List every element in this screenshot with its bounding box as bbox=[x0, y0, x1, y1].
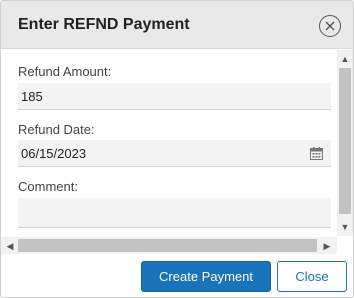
horizontal-scroll-thumb[interactable] bbox=[18, 239, 317, 252]
refund-payment-dialog: Enter REFND Payment Refund Amount: 185 R… bbox=[0, 0, 354, 298]
scroll-left-icon[interactable]: ◀ bbox=[2, 240, 18, 252]
dialog-title: Enter REFND Payment bbox=[18, 16, 190, 33]
refund-amount-label: Refund Amount: bbox=[18, 64, 112, 79]
scroll-up-icon[interactable]: ▲ bbox=[337, 53, 353, 65]
scroll-down-icon[interactable]: ▼ bbox=[337, 221, 353, 233]
dialog-footer: Create Payment Close bbox=[1, 254, 353, 297]
comment-label: Comment: bbox=[18, 179, 78, 194]
refund-date-value: 06/15/2023 bbox=[21, 146, 87, 161]
refund-date-field[interactable]: 06/15/2023 bbox=[18, 140, 331, 167]
dialog-header: Enter REFND Payment bbox=[1, 1, 353, 49]
refund-date-label: Refund Date: bbox=[18, 122, 95, 137]
refund-amount-value: 185 bbox=[21, 89, 43, 104]
horizontal-scrollbar[interactable]: ◀ ▶ bbox=[1, 237, 337, 254]
close-button[interactable]: Close bbox=[277, 261, 347, 292]
calendar-icon[interactable] bbox=[310, 147, 323, 160]
dialog-body: Refund Amount: 185 Refund Date: 06/15/20… bbox=[1, 50, 337, 236]
create-payment-button[interactable]: Create Payment bbox=[141, 261, 271, 292]
scroll-right-icon[interactable]: ▶ bbox=[319, 240, 335, 252]
close-icon[interactable] bbox=[319, 15, 341, 37]
vertical-scroll-thumb[interactable] bbox=[339, 68, 351, 214]
vertical-scrollbar[interactable]: ▲ ▼ bbox=[337, 50, 353, 236]
refund-amount-field[interactable]: 185 bbox=[18, 83, 331, 110]
comment-field[interactable] bbox=[18, 198, 331, 228]
